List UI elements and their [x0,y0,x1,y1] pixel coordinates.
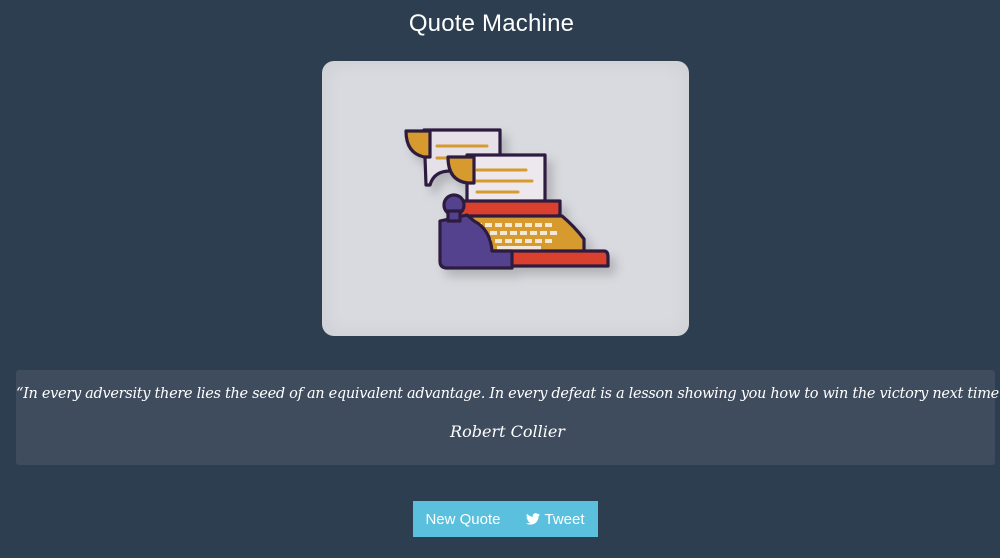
action-buttons: New Quote Tweet [413,501,598,537]
typewriter-icon [404,128,610,270]
quote-author: Robert Collier [450,422,565,441]
new-quote-label: New Quote [425,510,501,528]
tweet-label: Tweet [544,510,585,528]
new-quote-button[interactable]: New Quote [413,501,513,537]
page-title: Quote Machine [408,10,575,37]
quote-box: “In every adversity there lies the seed … [16,370,1000,465]
tweet-button[interactable]: Tweet [513,501,598,537]
typewriter-image-card [322,61,689,336]
twitter-bird-icon [526,513,541,525]
quote-text: “In every adversity there lies the seed … [16,386,1000,402]
